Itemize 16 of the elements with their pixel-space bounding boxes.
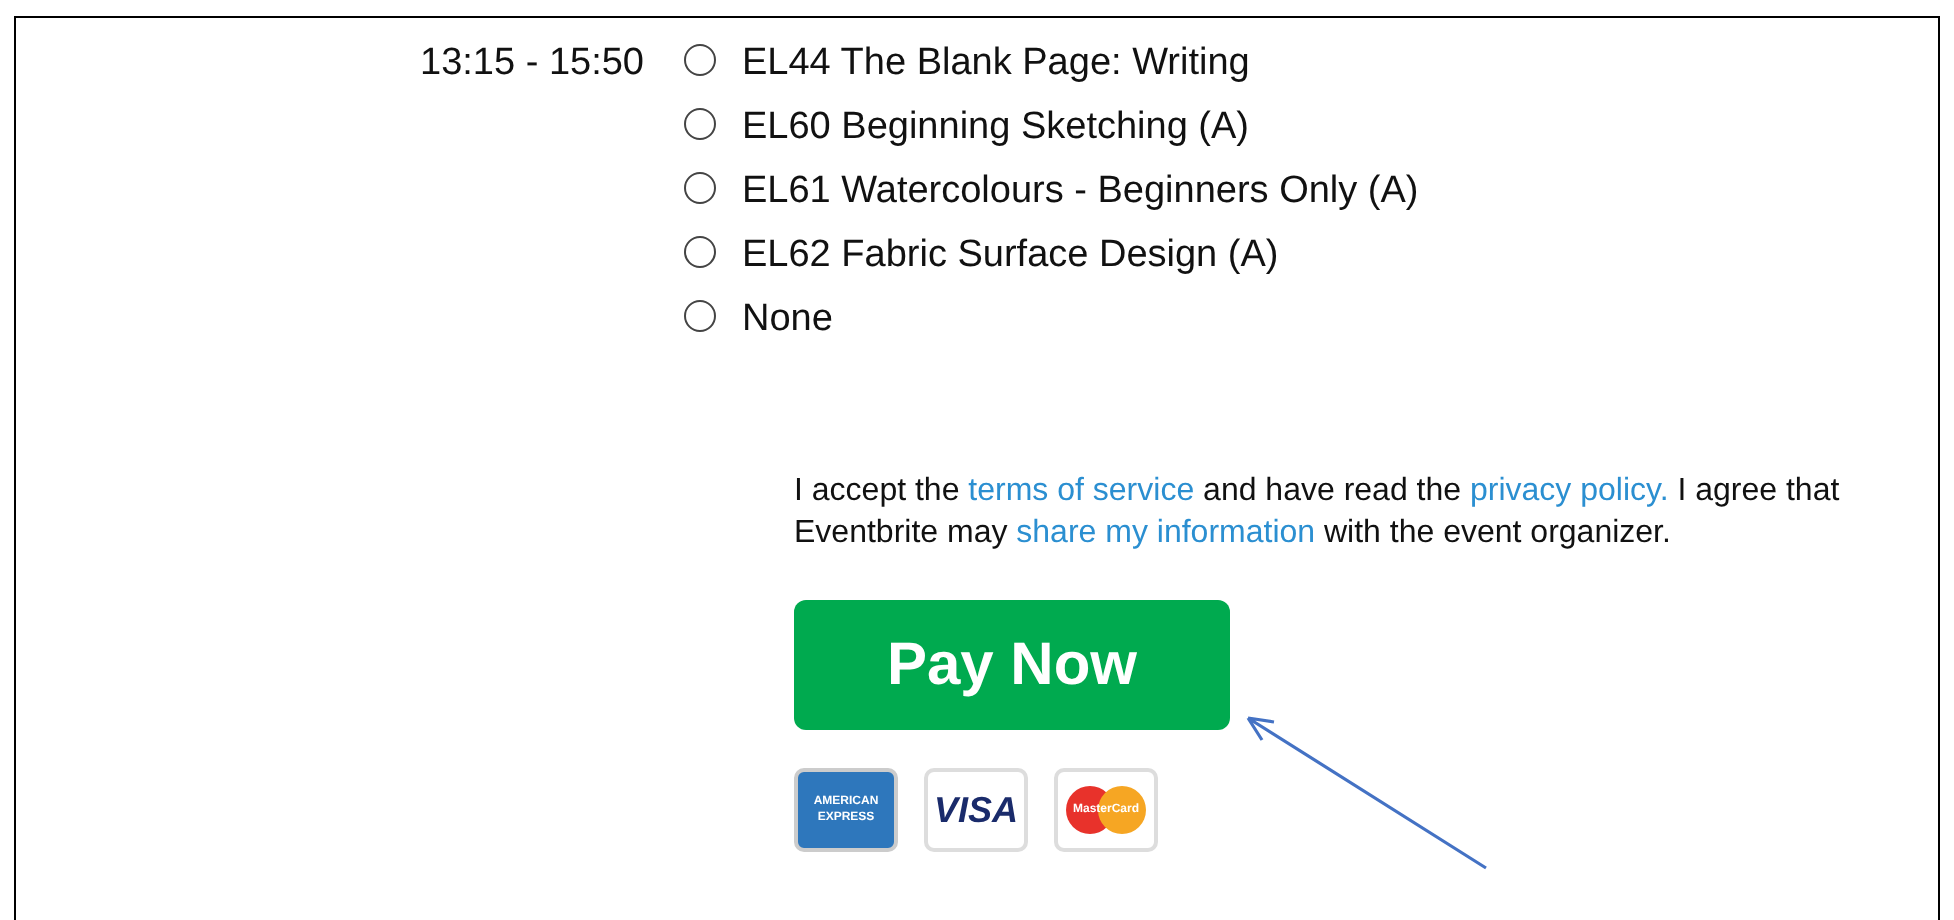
radio-option[interactable]: EL60 Beginning Sketching (A) [684, 96, 1419, 160]
link[interactable]: share my information [1016, 516, 1316, 550]
link[interactable]: privacy policy. [1469, 474, 1669, 508]
radio-option[interactable]: EL61 Watercolours - Beginners Only (A) [684, 160, 1419, 224]
radio-button[interactable] [684, 172, 716, 204]
radio-button[interactable] [684, 108, 716, 140]
radio-button[interactable] [684, 300, 716, 332]
radio-button[interactable] [684, 44, 716, 76]
link[interactable]: terms of service [968, 474, 1195, 508]
radio-option[interactable]: EL62 Fabric Surface Design (A) [684, 224, 1419, 288]
consent-text: I accept the terms of service and have read the privacy policy. I agree that Eventbrite may share my information with the event organizer. [794, 472, 1842, 554]
radio-option[interactable]: None [684, 288, 1419, 352]
time-label: 13:15 - 15:50 [418, 40, 646, 88]
radio-button[interactable] [684, 236, 716, 268]
visa-card-logo: VISA [924, 768, 1028, 852]
radio-option[interactable]: EL44 The Blank Page: Writing [684, 32, 1419, 96]
